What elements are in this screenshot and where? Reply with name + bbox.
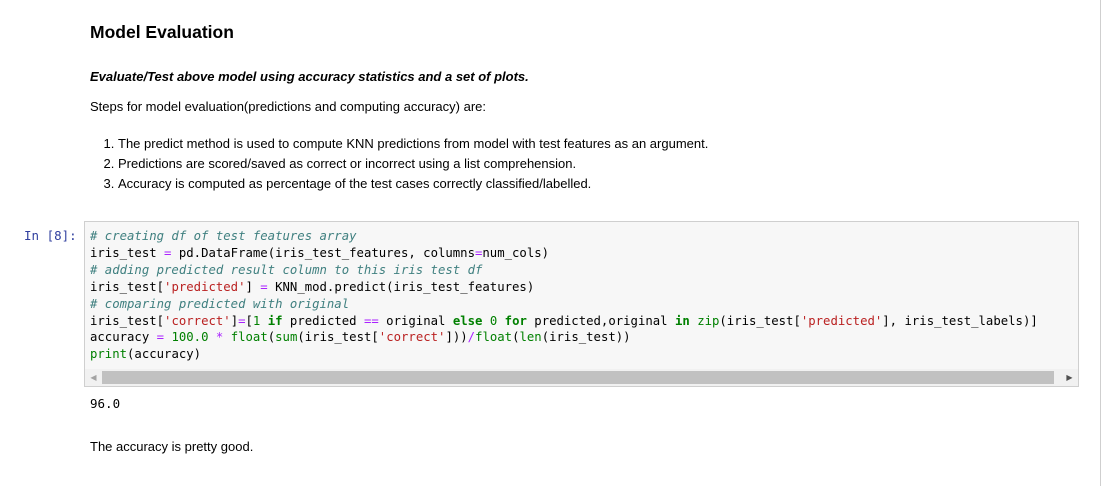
section-subtitle: Evaluate/Test above model using accuracy… — [90, 69, 529, 84]
code-line: iris_test = pd.DataFrame(iris_test_featu… — [90, 245, 550, 260]
step-item: Accuracy is computed as percentage of th… — [118, 174, 708, 194]
scrollbar-thumb[interactable] — [102, 371, 1054, 384]
code-line: # comparing predicted with original — [90, 296, 350, 311]
code-editor[interactable]: # creating df of test features array iri… — [90, 228, 1038, 363]
code-line: print(accuracy) — [90, 347, 202, 362]
scroll-right-arrow-icon[interactable]: ▶ — [1061, 369, 1078, 386]
code-line: accuracy = 100.0 * float(sum(iris_test['… — [90, 330, 631, 345]
steps-list: The predict method is used to compute KN… — [90, 134, 708, 194]
code-cell-input[interactable]: # creating df of test features array iri… — [84, 221, 1079, 387]
section-heading: Model Evaluation — [90, 22, 234, 42]
code-line: # creating df of test features array — [90, 229, 357, 243]
step-item: Predictions are scored/saved as correct … — [118, 154, 708, 174]
step-item: The predict method is used to compute KN… — [118, 134, 708, 154]
cell-output: 96.0 — [90, 396, 121, 411]
code-line: # adding predicted result column to this… — [90, 262, 483, 277]
input-prompt: In [8]: — [24, 228, 77, 243]
steps-intro: Steps for model evaluation(predictions a… — [90, 99, 486, 114]
scroll-left-arrow-icon[interactable]: ◀ — [85, 369, 102, 386]
code-line: iris_test['correct']=[1 if predicted == … — [90, 313, 1038, 328]
conclusion-text: The accuracy is pretty good. — [90, 439, 254, 454]
code-line: iris_test['predicted'] = KNN_mod.predict… — [90, 279, 535, 294]
notebook-right-border — [1100, 0, 1101, 486]
horizontal-scrollbar[interactable]: ◀ ▶ — [85, 369, 1078, 386]
